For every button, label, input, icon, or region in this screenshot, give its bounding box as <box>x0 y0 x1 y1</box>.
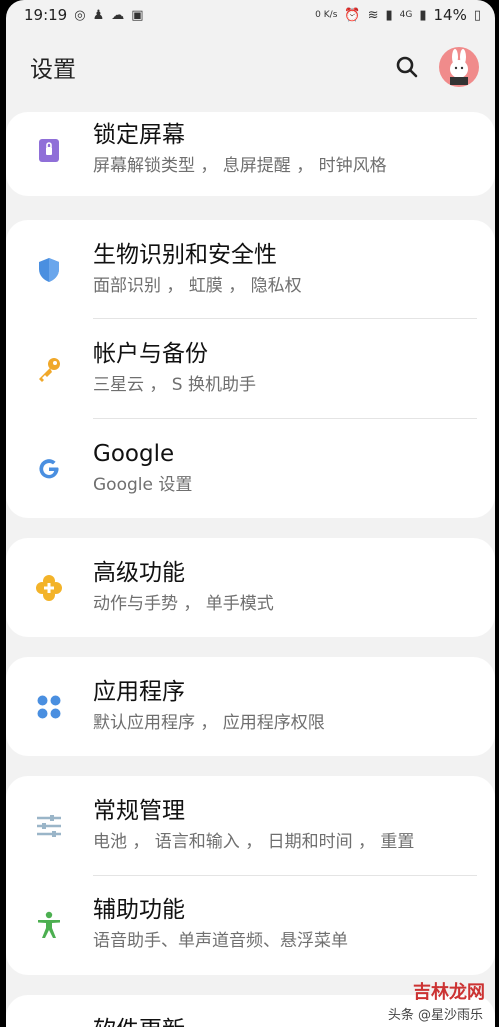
qq-icon: ♟ <box>92 7 105 23</box>
icon-wrap <box>34 135 64 165</box>
settings-screen: 19:19 ◎ ♟ ☁ ▣ 0 K/s ⏰ ≋ ▮ 4G ▮ 14% ▯ 设置 <box>6 0 495 1027</box>
icon-wrap <box>34 910 64 940</box>
accessibility-icon <box>38 911 60 938</box>
card-apps: 应用程序 默认应用程序 ， 应用程序权限 <box>6 657 495 756</box>
icon-wrap <box>34 354 64 384</box>
cloud-icon: ☁ <box>111 7 125 23</box>
page-title: 设置 <box>30 57 76 83</box>
battery-icon: ▯ <box>473 7 481 23</box>
item-title: 应用程序 <box>93 679 185 705</box>
icon-wrap <box>34 692 64 722</box>
image-icon: ▣ <box>131 7 144 23</box>
google-icon <box>39 458 59 478</box>
target-icon: ◎ <box>74 7 86 23</box>
item-subtitle: 电池 ， 语言和输入 ， 日期和时间 ， 重置 <box>93 832 415 852</box>
battery-level: 14% <box>433 6 467 24</box>
setting-item-general[interactable]: 常规管理 电池 ， 语言和输入 ， 日期和时间 ， 重置 <box>6 776 495 875</box>
network-speed: 0 K/s <box>315 10 338 20</box>
signal-icon: ▮ <box>385 7 393 23</box>
header: 设置 <box>6 30 495 104</box>
wifi-icon: ≋ <box>367 7 379 23</box>
icon-wrap <box>34 454 64 484</box>
signal-icon-2: ▮ <box>419 7 427 23</box>
network-type: 4G <box>399 10 413 20</box>
item-title: Google <box>93 441 175 467</box>
avatar[interactable] <box>439 47 479 87</box>
search-icon[interactable] <box>395 55 419 79</box>
setting-item-accessibility[interactable]: 辅助功能 语音助手、单声道音频、悬浮菜单 <box>6 875 495 975</box>
item-subtitle: 面部识别 ， 虹膜 ， 隐私权 <box>93 276 302 296</box>
apps-icon <box>37 695 61 718</box>
status-time: 19:19 <box>24 6 68 24</box>
setting-item-lock-screen[interactable]: 锁定屏幕 屏幕解锁类型 ， 息屏提醒 ， 时钟风格 <box>6 112 495 196</box>
item-title: 辅助功能 <box>93 897 185 923</box>
item-title: 锁定屏幕 <box>93 122 185 148</box>
status-bar: 19:19 ◎ ♟ ☁ ▣ 0 K/s ⏰ ≋ ▮ 4G ▮ 14% ▯ <box>6 0 495 30</box>
item-title: 帐户与备份 <box>93 341 208 367</box>
sliders-icon <box>37 814 61 837</box>
watermark-sub: 头条 @星沙雨乐 <box>387 1008 483 1023</box>
item-subtitle: 屏幕解锁类型 ， 息屏提醒 ， 时钟风格 <box>93 156 387 176</box>
setting-item-google[interactable]: Google Google 设置 <box>6 419 495 518</box>
shield-icon <box>39 257 59 282</box>
item-title: 高级功能 <box>93 560 185 586</box>
setting-item-advanced[interactable]: 高级功能 动作与手势 ， 单手模式 <box>6 538 495 637</box>
card-lock: 锁定屏幕 屏幕解锁类型 ， 息屏提醒 ， 时钟风格 <box>6 112 495 196</box>
item-subtitle: 三星云 ， S 换机助手 <box>93 375 257 395</box>
item-subtitle: 语音助手、单声道音频、悬浮菜单 <box>93 931 348 951</box>
setting-item-biometrics[interactable]: 生物识别和安全性 面部识别 ， 虹膜 ， 隐私权 <box>6 220 495 319</box>
item-subtitle: 动作与手势 ， 单手模式 <box>93 594 274 614</box>
key-icon <box>39 358 60 382</box>
lock-icon <box>39 139 59 162</box>
icon-wrap <box>34 573 64 603</box>
item-subtitle: Google 设置 <box>93 475 193 495</box>
rabbit-avatar-icon <box>450 49 468 85</box>
item-title: 生物识别和安全性 <box>93 242 277 268</box>
setting-item-apps[interactable]: 应用程序 默认应用程序 ， 应用程序权限 <box>6 657 495 756</box>
watermark: 吉林龙网 <box>413 982 485 1003</box>
card-security: 生物识别和安全性 面部识别 ， 虹膜 ， 隐私权 帐户与备份 三星云 ， S 换… <box>6 220 495 518</box>
setting-item-accounts[interactable]: 帐户与备份 三星云 ， S 换机助手 <box>6 319 495 419</box>
alarm-icon: ⏰ <box>344 7 361 23</box>
card-advanced: 高级功能 动作与手势 ， 单手模式 <box>6 538 495 637</box>
icon-wrap <box>34 255 64 285</box>
card-general: 常规管理 电池 ， 语言和输入 ， 日期和时间 ， 重置 辅助功能 语音助手、单… <box>6 776 495 975</box>
icon-wrap <box>34 811 64 841</box>
gear-flower-icon <box>36 574 62 601</box>
item-subtitle: 默认应用程序 ， 应用程序权限 <box>93 713 325 733</box>
item-title: 常规管理 <box>93 798 185 824</box>
